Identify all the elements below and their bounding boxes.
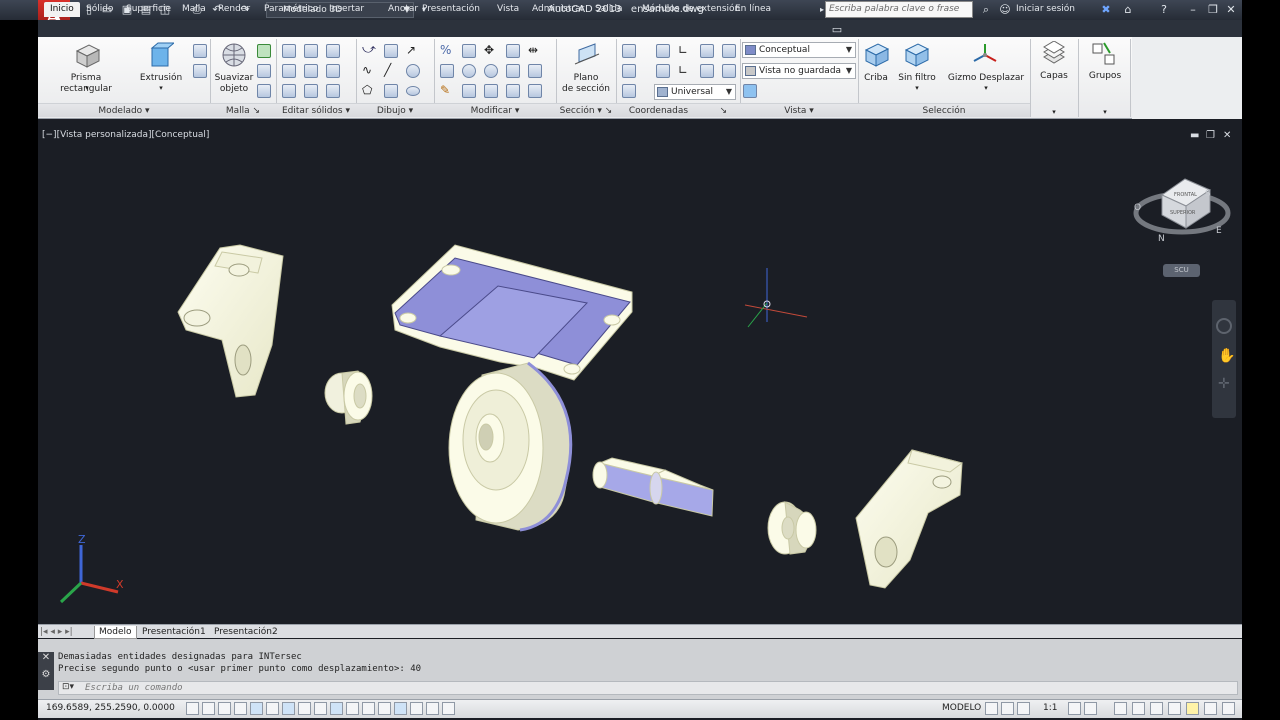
layout-tab-bar: |◂ ◂ ▸ ▸| Modelo Presentación1 Presentac… — [38, 624, 1242, 639]
steering-wheel-icon[interactable] — [1216, 318, 1232, 334]
bushing-part-right[interactable] — [767, 501, 817, 555]
isolate-objects-icon[interactable] — [1168, 702, 1181, 715]
model-space-toggle[interactable]: MODELO — [942, 703, 981, 713]
allow-disallow-ucs-icon[interactable] — [314, 702, 327, 715]
pillow-block-part[interactable] — [391, 244, 633, 381]
gizmo-icon[interactable] — [426, 702, 439, 715]
wheel-part[interactable] — [448, 361, 573, 532]
bracket-part-left[interactable] — [177, 244, 284, 398]
annotation-scale[interactable]: 1:1 — [1043, 703, 1057, 713]
tab-nav-first-icon[interactable]: |◂ ◂ ▸ ▸| — [40, 626, 73, 638]
ucs-axes-icon: Z X — [59, 533, 124, 604]
compass-o-label: O — [1134, 203, 1141, 213]
annotation-monitor-icon[interactable] — [410, 702, 423, 715]
axis-x-label: X — [116, 578, 124, 591]
object-snap-tracking-icon[interactable] — [298, 702, 311, 715]
tab-presentacion2[interactable]: Presentación2 — [210, 626, 282, 638]
grid-display-icon[interactable] — [218, 702, 231, 715]
viewcube-face-label-2: SUPERIOR — [1170, 210, 1196, 216]
polar-tracking-icon[interactable] — [250, 702, 263, 715]
command-history-line: Demasiadas entidades designadas para INT… — [58, 652, 302, 662]
axis-z-label: Z — [78, 533, 86, 546]
3d-object-snap-icon[interactable] — [282, 702, 295, 715]
compass-s-label: S — [1205, 189, 1211, 199]
annotation-scale-icon[interactable] — [1017, 702, 1030, 715]
shaft-part[interactable] — [592, 457, 714, 517]
zoom-icon[interactable]: ✛ — [1218, 376, 1230, 392]
plus-icon[interactable] — [442, 702, 455, 715]
quick-properties-icon[interactable] — [378, 702, 391, 715]
clean-screen-icon[interactable] — [1204, 702, 1217, 715]
command-input[interactable]: Escriba un comando — [58, 681, 1238, 695]
tab-presentacion1[interactable]: Presentación1 — [138, 626, 210, 638]
ortho-mode-icon[interactable] — [234, 702, 247, 715]
lineweight-icon[interactable] — [346, 702, 359, 715]
auto-scale-icon[interactable] — [1084, 702, 1097, 715]
workspace-switching-icon[interactable] — [1114, 702, 1127, 715]
close-command-icon[interactable]: ✕ — [38, 652, 54, 663]
bracket-part-right[interactable] — [855, 449, 964, 589]
command-prompt-icon: ⊡▾ — [62, 682, 75, 692]
selection-cycling-icon[interactable] — [394, 702, 407, 715]
hardware-acceleration-icon[interactable] — [1150, 702, 1163, 715]
dynamic-input-icon[interactable] — [330, 702, 343, 715]
lightbulb-icon[interactable] — [1186, 702, 1199, 715]
status-menu-icon[interactable] — [1222, 702, 1235, 715]
pan-hand-icon[interactable]: ✋ — [1218, 348, 1235, 364]
object-snap-icon[interactable] — [266, 702, 279, 715]
compass-n-label: N — [1158, 234, 1165, 244]
lock-icon[interactable] — [1132, 702, 1145, 715]
crosshair-cursor — [744, 268, 808, 328]
ucs-menu-button[interactable]: SCU — [1163, 264, 1200, 277]
bushing-part-left[interactable] — [324, 370, 373, 425]
tab-modelo[interactable]: Modelo — [94, 626, 137, 639]
viewcube-face-label: FRONTAL — [1174, 192, 1197, 198]
command-history-line: Precise segundo punto o <usar primer pun… — [58, 664, 422, 674]
quick-view-drawings-icon[interactable] — [1001, 702, 1014, 715]
model-scene[interactable]: Z X FRONTAL SUPERIOR O E N S — [0, 0, 1280, 720]
snap-mode-icon[interactable] — [202, 702, 215, 715]
transparency-icon[interactable] — [362, 702, 375, 715]
compass-e-label: E — [1216, 226, 1222, 236]
coordinates-readout[interactable]: 169.6589, 255.2590, 0.0000 — [46, 703, 175, 713]
command-window-handle[interactable]: ✕ ⚙ — [38, 652, 54, 690]
annotation-visibility-icon[interactable] — [1068, 702, 1081, 715]
infer-constraints-icon[interactable] — [186, 702, 199, 715]
navigation-bar: ✋ ✛ — [1212, 300, 1236, 418]
wrench-icon[interactable]: ⚙ — [38, 669, 54, 680]
quick-view-layouts-icon[interactable] — [985, 702, 998, 715]
viewcube[interactable]: FRONTAL SUPERIOR O E N S — [1133, 178, 1231, 244]
